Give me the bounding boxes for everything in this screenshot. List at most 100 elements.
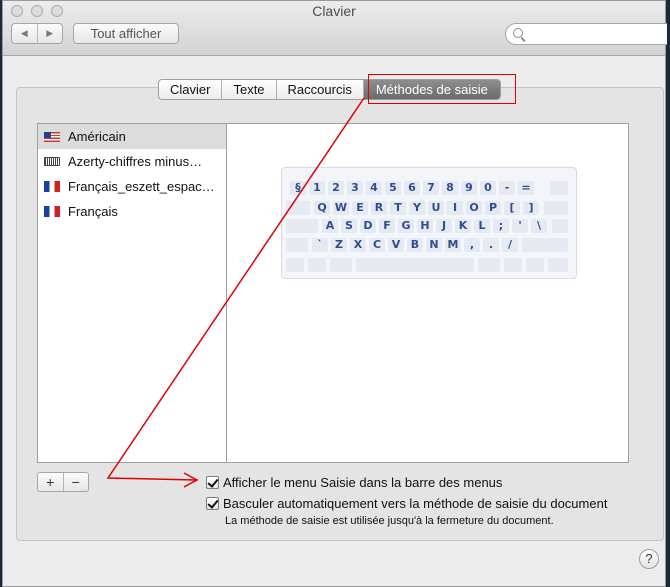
keyboard-key: W <box>333 201 349 215</box>
keyboard-key: C <box>369 238 385 252</box>
list-item[interactable]: Américain <box>38 124 226 149</box>
keyboard-key: X <box>350 238 366 252</box>
keyboard-key: - <box>499 181 515 195</box>
search-field[interactable] <box>505 23 667 45</box>
keyboard-key: V <box>388 238 404 252</box>
keyboard-key: R <box>371 201 387 215</box>
us-flag-icon <box>44 131 60 142</box>
keyboard-key: 2 <box>328 181 344 195</box>
tab-clavier[interactable]: Clavier <box>159 80 221 99</box>
forward-arrow-icon[interactable]: ▶ <box>36 24 63 43</box>
keyboard-key: 6 <box>404 181 420 195</box>
preferences-window: Clavier ◀ ▶ Tout afficher Clavier Texte … <box>2 0 667 587</box>
show-menu-label[interactable]: Afficher le menu Saisie dans la barre de… <box>223 475 502 490</box>
keyboard-key-blank <box>548 258 568 272</box>
list-item-label: Azerty-chiffres minus… <box>68 154 203 169</box>
auto-switch-checkbox[interactable] <box>206 497 219 510</box>
keyboard-key: 8 <box>442 181 458 195</box>
keyboard-key: D <box>360 219 376 233</box>
auto-switch-note: La méthode de saisie est utilisée jusqu'… <box>225 515 554 527</box>
keyboard-key: = <box>518 181 534 195</box>
show-menu-option: Afficher le menu Saisie dans la barre de… <box>206 475 502 490</box>
keyboard-key: . <box>483 238 499 252</box>
auto-switch-option: Basculer automatiquement vers la méthode… <box>206 496 607 511</box>
list-item[interactable]: Français_eszett_espac… <box>38 174 226 199</box>
keyboard-key: E <box>352 201 368 215</box>
keyboard-key: P <box>485 201 501 215</box>
keyboard-key: 7 <box>423 181 439 195</box>
keyboard-key: I <box>447 201 463 215</box>
keyboard-layout-preview: § 1 2 3 4 5 6 7 8 9 0- = Q W E R T Y U I O P[] A S D F G H J K L; ' \ ` Z X… <box>281 167 577 279</box>
keyboard-key-blank <box>286 258 304 272</box>
keyboard-key: L <box>474 219 490 233</box>
keyboard-key: [ <box>504 201 520 215</box>
keyboard-key-blank <box>504 258 522 272</box>
keyboard-key: Z <box>331 238 347 252</box>
keyboard-key-blank <box>330 258 352 272</box>
keyboard-key: A <box>322 219 338 233</box>
keyboard-key-blank <box>550 181 568 195</box>
keyboard-key: H <box>417 219 433 233</box>
nav-back-forward: ◀ ▶ <box>11 23 63 44</box>
input-sources-list[interactable]: Américain Azerty-chiffres minus… Françai… <box>37 123 227 463</box>
keyboard-key: M <box>445 238 461 252</box>
keyboard-key-blank <box>286 219 318 233</box>
keyboard-key-blank <box>308 258 326 272</box>
keyboard-key: 3 <box>347 181 363 195</box>
keyboard-key: 9 <box>461 181 477 195</box>
keyboard-key: / <box>502 238 518 252</box>
list-item-label: Français <box>68 204 118 219</box>
show-menu-checkbox[interactable] <box>206 476 219 489</box>
keyboard-icon <box>44 157 60 166</box>
add-source-button[interactable]: + <box>38 473 63 491</box>
keyboard-key: B <box>407 238 423 252</box>
keyboard-key-blank <box>522 238 568 252</box>
keyboard-key: O <box>466 201 482 215</box>
keyboard-key: § <box>290 181 306 195</box>
keyboard-key-blank <box>526 258 544 272</box>
list-item[interactable]: Français <box>38 199 226 224</box>
help-button[interactable]: ? <box>639 549 659 569</box>
annotation-highlight-box <box>368 74 516 104</box>
keyboard-key-blank <box>286 201 310 215</box>
auto-switch-label[interactable]: Basculer automatiquement vers la méthode… <box>223 496 607 511</box>
keyboard-key: ] <box>523 201 539 215</box>
french-flag-icon <box>44 181 60 192</box>
keyboard-key: G <box>398 219 414 233</box>
keyboard-key-blank <box>356 258 474 272</box>
keyboard-key: K <box>455 219 471 233</box>
list-item[interactable]: Azerty-chiffres minus… <box>38 149 226 174</box>
search-icon <box>513 28 523 38</box>
show-all-button[interactable]: Tout afficher <box>73 23 179 44</box>
keyboard-key: ' <box>512 219 528 233</box>
keyboard-key: 0 <box>480 181 496 195</box>
keyboard-key: , <box>464 238 480 252</box>
keyboard-key: Q <box>314 201 330 215</box>
keyboard-key-blank <box>544 201 568 215</box>
keyboard-key: ; <box>493 219 509 233</box>
keyboard-preview-pane: § 1 2 3 4 5 6 7 8 9 0- = Q W E R T Y U I O P[] A S D F G H J K L; ' \ ` Z X… <box>227 123 629 463</box>
keyboard-key: ` <box>312 238 328 252</box>
remove-source-button[interactable]: − <box>62 473 89 491</box>
keyboard-key: U <box>428 201 444 215</box>
keyboard-key: T <box>390 201 406 215</box>
window-title: Clavier <box>312 3 356 19</box>
tab-raccourcis[interactable]: Raccourcis <box>275 80 363 99</box>
keyboard-key-blank <box>286 238 308 252</box>
keyboard-key: 4 <box>366 181 382 195</box>
keyboard-key: \ <box>531 219 547 233</box>
tab-texte[interactable]: Texte <box>221 80 275 99</box>
list-item-label: Américain <box>68 129 126 144</box>
keyboard-key: S <box>341 219 357 233</box>
keyboard-key: J <box>436 219 452 233</box>
keyboard-key: Y <box>409 201 425 215</box>
list-item-label: Français_eszett_espac… <box>68 179 215 194</box>
title-bar: Clavier ◀ ▶ Tout afficher <box>3 1 667 56</box>
keyboard-key-blank <box>552 219 568 233</box>
add-remove-control: + − <box>37 472 89 492</box>
keyboard-key: 5 <box>385 181 401 195</box>
back-arrow-icon[interactable]: ◀ <box>12 24 37 43</box>
french-flag-icon <box>44 206 60 217</box>
keyboard-key: N <box>426 238 442 252</box>
keyboard-key: 1 <box>309 181 325 195</box>
